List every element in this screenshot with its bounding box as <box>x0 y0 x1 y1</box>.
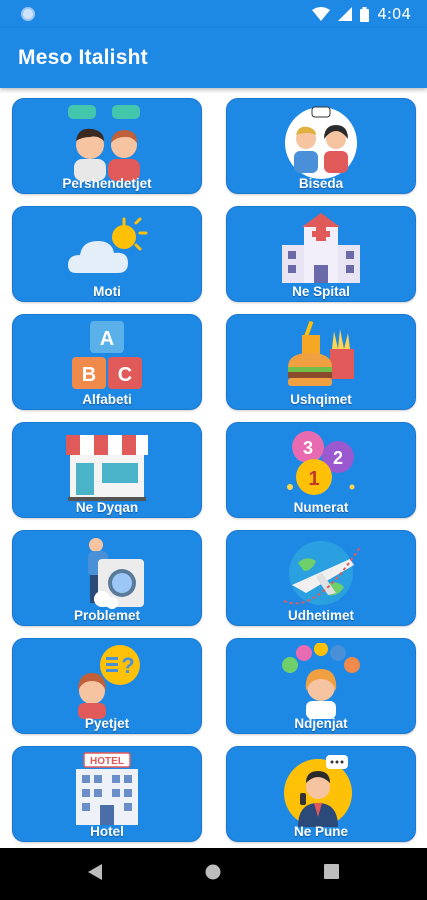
status-time: 4:04 <box>377 5 411 23</box>
category-card-numerat[interactable]: 3 2 1 Numerat <box>226 422 416 518</box>
category-label: Biseda <box>298 176 344 191</box>
abc-blocks-icon: A B C <box>72 321 142 389</box>
business-work-icon <box>284 755 352 827</box>
numbers-balloons-icon: 3 2 1 <box>287 431 355 495</box>
category-card-pyetjet[interactable]: ? Pyetjet <box>12 638 202 734</box>
hotel-sign: HOTEL <box>90 756 124 767</box>
greeting-people-icon <box>68 105 140 181</box>
category-label: Ndjenjat <box>294 716 348 731</box>
category-card-alfabeti[interactable]: A B C Alfabeti <box>12 314 202 410</box>
category-label: Pyetjet <box>84 716 130 731</box>
category-card-udhetimet[interactable]: Udhetimet <box>226 530 416 626</box>
block-letter-a: A <box>100 328 114 350</box>
category-card-problemet[interactable]: Problemet <box>12 530 202 626</box>
category-label: Ne Pune <box>293 824 348 839</box>
svg-text:?: ? <box>121 653 134 678</box>
category-grid: Pershendetjet Biseda Moti Ne Spital A B … <box>0 88 427 848</box>
shop-icon <box>66 435 148 501</box>
question-icon: ? <box>78 645 140 719</box>
category-card-pershendetjet[interactable]: Pershendetjet <box>12 98 202 194</box>
hotel-building-icon: HOTEL <box>76 752 138 825</box>
system-navigation-bar <box>0 848 427 900</box>
food-icon <box>288 320 354 386</box>
category-card-moti[interactable]: Moti <box>12 206 202 302</box>
battery-icon <box>360 6 370 22</box>
category-card-ndjenjat[interactable]: Ndjenjat <box>226 638 416 734</box>
category-label: Ne Spital <box>292 284 350 299</box>
balloon-number-1: 1 <box>308 468 319 490</box>
category-label: Problemet <box>73 608 141 623</box>
signal-icon <box>338 7 353 21</box>
weather-icon <box>68 217 148 273</box>
status-bar: 4:04 <box>0 0 427 28</box>
category-label: Hotel <box>90 824 124 839</box>
notification-dot-icon <box>21 7 35 21</box>
category-card-hotel[interactable]: HOTEL Hotel <box>12 746 202 842</box>
back-icon[interactable] <box>88 864 102 880</box>
block-letter-b: B <box>82 364 96 386</box>
hospital-icon <box>282 213 360 283</box>
category-card-ne-pune[interactable]: Ne Pune <box>226 746 416 842</box>
category-label: Udhetimet <box>287 608 354 623</box>
category-label: Numerat <box>293 500 349 515</box>
category-card-biseda[interactable]: Biseda <box>226 98 416 194</box>
category-label: Ushqimet <box>290 392 352 407</box>
category-label: Moti <box>93 284 121 299</box>
balloon-number-3: 3 <box>303 438 313 458</box>
wifi-icon <box>312 7 331 21</box>
travel-plane-icon <box>283 541 361 605</box>
category-card-ne-dyqan[interactable]: Ne Dyqan <box>12 422 202 518</box>
app-title: Meso Italisht <box>18 46 148 69</box>
category-label: Alfabeti <box>82 392 132 407</box>
category-label: Ne Dyqan <box>75 500 139 515</box>
block-letter-c: C <box>118 364 132 386</box>
status-icons: 4:04 <box>312 5 411 23</box>
conversation-icon <box>285 106 357 179</box>
category-card-ne-spital[interactable]: Ne Spital <box>226 206 416 302</box>
balloon-number-2: 2 <box>333 448 343 468</box>
category-label: Pershendetjet <box>62 176 152 191</box>
app-bar: Meso Italisht <box>0 28 427 88</box>
washing-problem-icon <box>88 538 144 609</box>
category-card-ushqimet[interactable]: Ushqimet <box>226 314 416 410</box>
home-icon[interactable] <box>205 864 221 880</box>
recent-apps-icon[interactable] <box>324 864 339 879</box>
feelings-icon <box>282 643 360 719</box>
